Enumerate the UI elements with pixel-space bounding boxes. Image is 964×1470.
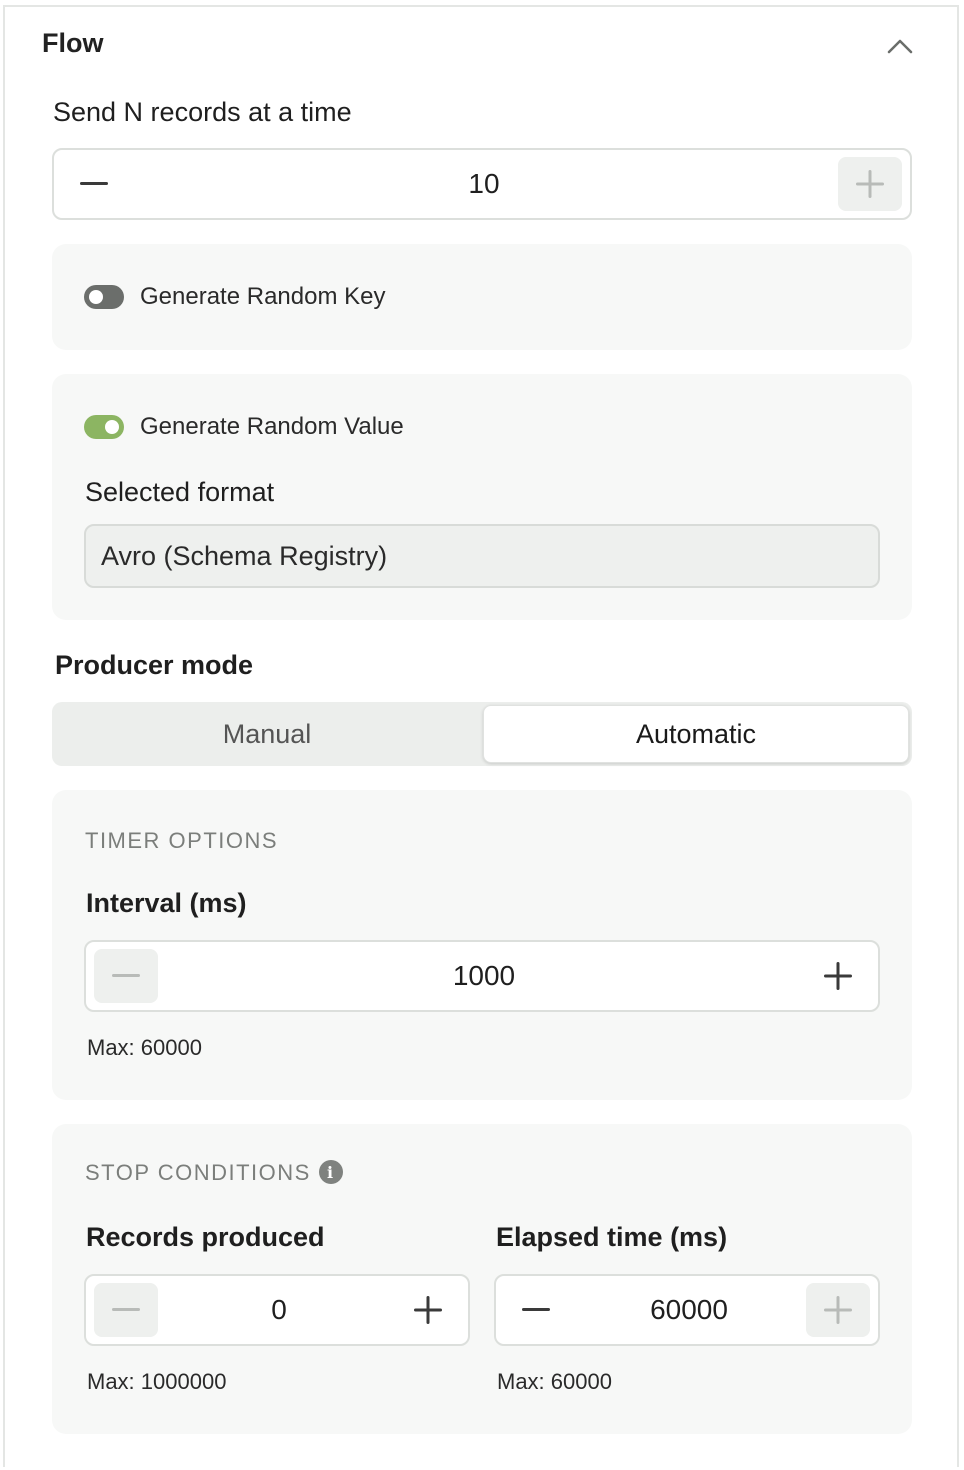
minus-icon bbox=[112, 1308, 140, 1311]
minus-icon bbox=[80, 182, 108, 185]
minus-icon bbox=[112, 974, 140, 977]
plus-icon bbox=[824, 1296, 852, 1324]
records-increment-button[interactable] bbox=[396, 1283, 460, 1337]
elapsed-time-input[interactable] bbox=[576, 1276, 802, 1344]
elapsed-time-label: Elapsed time (ms) bbox=[496, 1222, 728, 1252]
chevron-up-icon bbox=[887, 39, 913, 54]
interval-decrement-button[interactable] bbox=[94, 949, 158, 1003]
interval-label: Interval (ms) bbox=[86, 888, 247, 918]
records-decrement-button[interactable] bbox=[94, 1283, 158, 1337]
mode-manual-option[interactable]: Manual bbox=[55, 705, 479, 763]
minus-icon bbox=[522, 1308, 550, 1311]
interval-stepper bbox=[84, 940, 880, 1012]
batch-size-stepper bbox=[52, 148, 912, 220]
toggle-knob bbox=[89, 290, 103, 304]
collapse-button[interactable] bbox=[880, 26, 920, 66]
producer-mode-switch: Manual Automatic bbox=[52, 702, 912, 766]
producer-mode-label: Producer mode bbox=[55, 650, 254, 680]
toggle-knob bbox=[105, 420, 119, 434]
plus-icon bbox=[856, 170, 884, 198]
stop-conditions-heading-text: STOP CONDITIONS bbox=[85, 1160, 311, 1185]
elapsed-decrement-button[interactable] bbox=[504, 1283, 568, 1337]
random-value-toggle[interactable] bbox=[84, 415, 124, 439]
interval-increment-button[interactable] bbox=[806, 949, 870, 1003]
batch-size-label: Send N records at a time bbox=[53, 97, 352, 127]
plus-icon bbox=[824, 962, 852, 990]
section-title: Flow bbox=[42, 28, 104, 58]
random-key-label: Generate Random Key bbox=[140, 283, 386, 310]
records-produced-stepper bbox=[84, 1274, 470, 1346]
batch-increment-button[interactable] bbox=[838, 157, 902, 211]
batch-size-input[interactable] bbox=[134, 150, 834, 218]
plus-icon bbox=[414, 1296, 442, 1324]
records-produced-label: Records produced bbox=[86, 1222, 325, 1252]
records-max-hint: Max: 1000000 bbox=[87, 1369, 227, 1394]
random-key-card: Generate Random Key bbox=[52, 244, 912, 350]
interval-max-hint: Max: 60000 bbox=[87, 1035, 202, 1060]
format-field: Avro (Schema Registry) bbox=[84, 524, 880, 588]
random-value-card: Generate Random Value Selected format Av… bbox=[52, 374, 912, 620]
random-key-toggle[interactable] bbox=[84, 285, 124, 309]
elapsed-max-hint: Max: 60000 bbox=[497, 1369, 612, 1394]
timer-options-heading: TIMER OPTIONS bbox=[85, 828, 279, 853]
random-value-label: Generate Random Value bbox=[140, 413, 404, 440]
mode-automatic-option[interactable]: Automatic bbox=[483, 705, 909, 763]
interval-input[interactable] bbox=[166, 942, 802, 1010]
timer-options-card: TIMER OPTIONS Interval (ms) Max: 60000 bbox=[52, 790, 912, 1100]
records-produced-input[interactable] bbox=[166, 1276, 392, 1344]
format-label: Selected format bbox=[85, 477, 275, 507]
batch-decrement-button[interactable] bbox=[62, 157, 126, 211]
stop-conditions-card: STOP CONDITIONS i Records produced Max: 1… bbox=[52, 1124, 912, 1434]
elapsed-increment-button[interactable] bbox=[806, 1283, 870, 1337]
elapsed-time-stepper bbox=[494, 1274, 880, 1346]
info-icon[interactable]: i bbox=[318, 1160, 343, 1185]
stop-conditions-heading: STOP CONDITIONS i bbox=[85, 1160, 343, 1186]
